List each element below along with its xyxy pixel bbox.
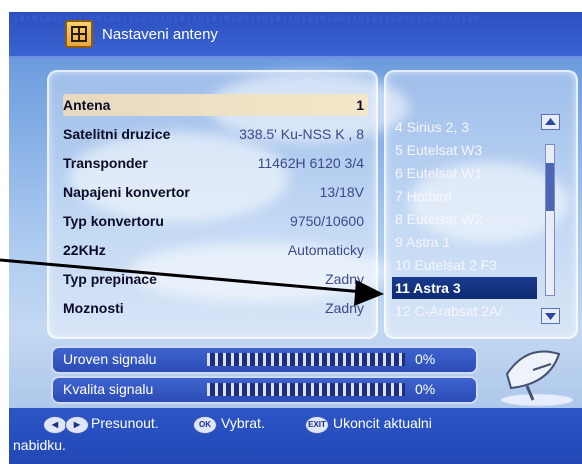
annotation-arrow-icon (0, 258, 384, 306)
